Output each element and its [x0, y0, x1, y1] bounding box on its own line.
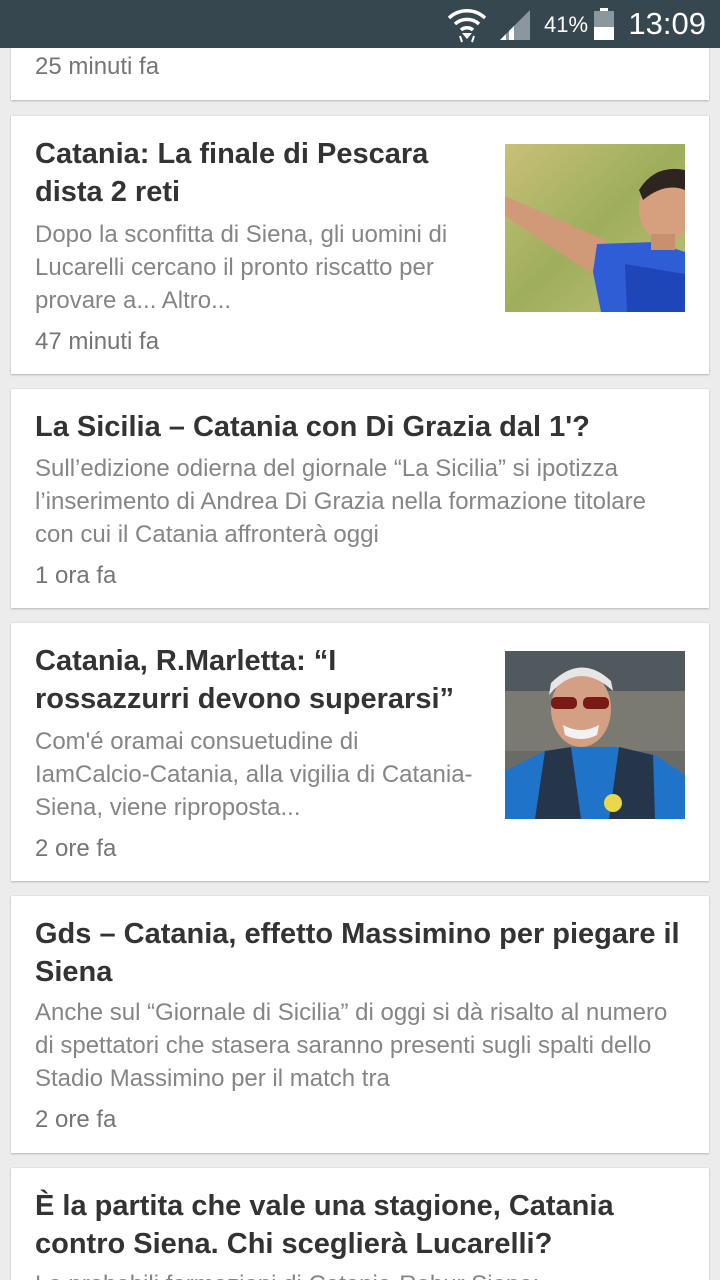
article-title: Catania: La finale di Pescara dista 2 re… [35, 138, 429, 208]
article-title: È la partita che vale una stagione, Cata… [35, 1190, 614, 1260]
article-summary: Dopo la sconfitta di Siena, gli uomini d… [35, 221, 448, 314]
article-time: 25 minuti fa [35, 53, 160, 80]
article-summary: Le probabili formazioni di Catania-Robur… [35, 1268, 689, 1280]
battery-icon [594, 8, 614, 40]
news-feed[interactable]: 25 minuti fa Catania: La finale di Pesca… [0, 48, 720, 1280]
article-summary: Sull’edizione odierna del giornale “La S… [35, 455, 646, 548]
article-summary: Com'é oramai consuetudine di IamCalcio-C… [35, 728, 473, 821]
news-card[interactable]: 25 minuti fa [11, 48, 709, 100]
news-card[interactable]: È la partita che vale una stagione, Cata… [11, 1168, 709, 1280]
article-title: Catania, R.Marletta: “I rossazzurri devo… [35, 645, 455, 715]
news-card[interactable]: Catania: La finale di Pescara dista 2 re… [11, 116, 709, 374]
wifi-icon [447, 9, 487, 43]
article-summary: Anche sul “Giornale di Sicilia” di oggi … [35, 999, 668, 1092]
article-time: 2 ore fa [35, 835, 117, 862]
article-thumbnail-coach [505, 144, 685, 312]
article-title: La Sicilia – Catania con Di Grazia dal 1… [35, 411, 590, 443]
news-card[interactable]: Catania, R.Marletta: “I rossazzurri devo… [11, 623, 709, 881]
article-thumbnail-marletta [505, 651, 685, 819]
status-bar: 41% 13:09 [0, 0, 720, 48]
news-card[interactable]: La Sicilia – Catania con Di Grazia dal 1… [11, 389, 709, 608]
article-time: 1 ora fa [35, 562, 117, 589]
battery-percent: 41% [544, 12, 589, 37]
article-time: 47 minuti fa [35, 328, 160, 355]
article-title: Gds – Catania, effetto Massimino per pie… [35, 918, 680, 988]
article-time: 2 ore fa [35, 1106, 117, 1133]
news-card[interactable]: Gds – Catania, effetto Massimino per pie… [11, 896, 709, 1153]
cell-signal-icon [500, 10, 530, 40]
clock: 13:09 [628, 6, 706, 41]
